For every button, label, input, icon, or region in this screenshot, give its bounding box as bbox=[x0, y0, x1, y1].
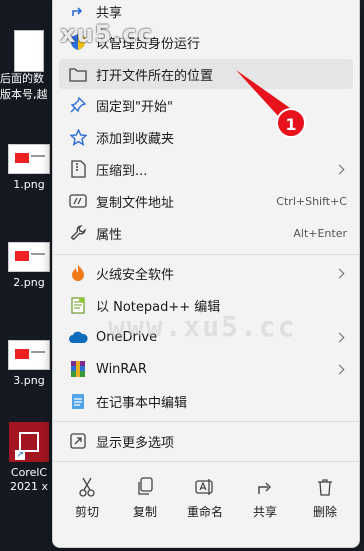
annotation-badge: 1 bbox=[276, 108, 306, 138]
annotation-arrow bbox=[236, 70, 290, 118]
